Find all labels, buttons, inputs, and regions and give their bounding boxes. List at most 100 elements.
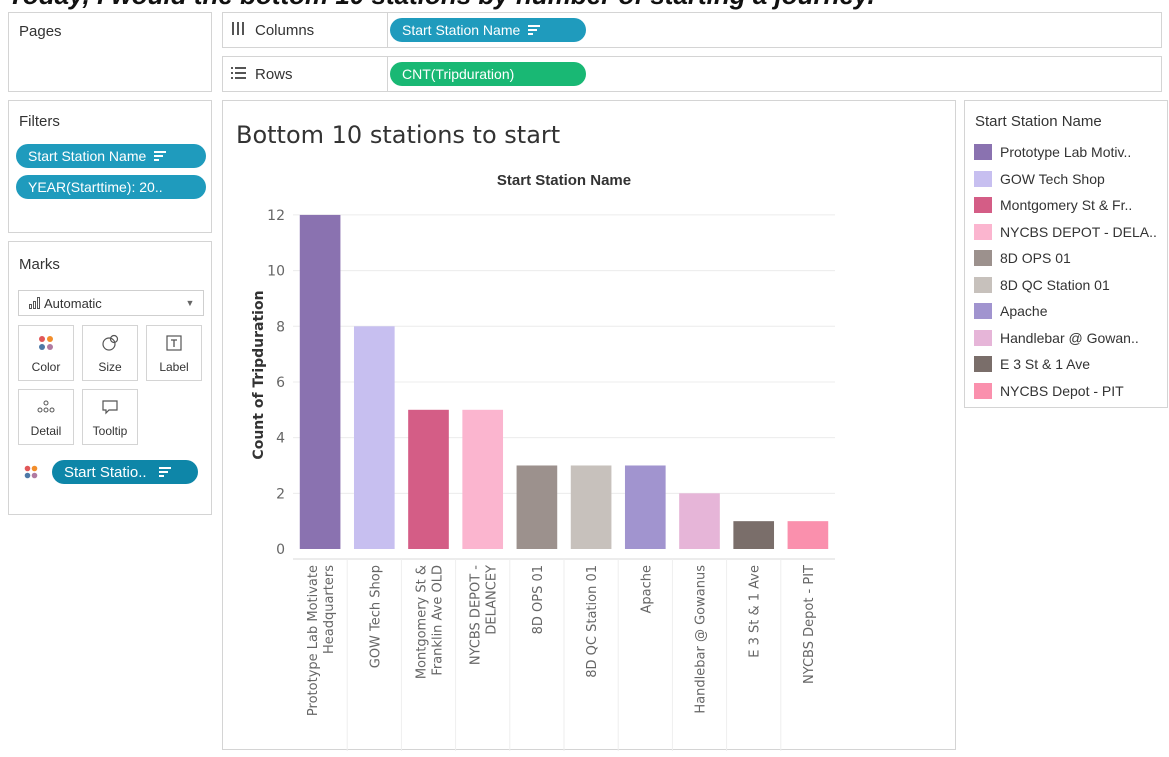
columns-pill-label: Start Station Name	[402, 22, 521, 38]
columns-label: Columns	[255, 21, 315, 39]
pages-card[interactable]: Pages	[8, 12, 212, 92]
color-encoding-row: Start Statio..	[24, 460, 204, 484]
color-pill-start-station[interactable]: Start Statio..	[52, 460, 198, 484]
filter-pill-label: Start Station Name	[28, 148, 147, 164]
tooltip-icon	[101, 396, 119, 418]
legend-label: 8D QC Station 01	[1000, 276, 1110, 293]
x-tick-label: Headquarters	[322, 565, 337, 654]
x-tick-label: Handlebar @ Gowanus	[694, 565, 709, 714]
x-tick-label: Franklin Ave OLD	[431, 565, 446, 676]
color-button-label: Color	[31, 360, 61, 374]
x-tick-label: 8D OPS 01	[531, 565, 546, 634]
mark-type-dropdown[interactable]: Automatic ▼	[18, 290, 204, 316]
view-card: Bottom 10 stations to start Start Statio…	[222, 100, 956, 751]
detail-icon	[37, 396, 55, 418]
legend-item[interactable]: GOW Tech Shop	[974, 168, 1105, 190]
y-tick-label: 4	[276, 431, 285, 447]
legend-label: NYCBS DEPOT - DELA..	[1000, 223, 1157, 240]
size-icon	[101, 332, 119, 354]
filters-title: Filters	[19, 113, 60, 130]
bar-chart: Start Station Name 0 2 4 6 8 10 12 Count of Trip…	[251, 172, 835, 751]
legend-label: GOW Tech Shop	[1000, 170, 1105, 187]
detail-button[interactable]: Detail	[18, 389, 74, 445]
bar	[570, 465, 612, 549]
rows-shelf[interactable]: Rows CNT(Tripduration)	[222, 56, 1162, 92]
rows-pill-cnt-tripduration[interactable]: CNT(Tripduration)	[390, 62, 586, 86]
x-tick-label: Montgomery St &	[415, 565, 430, 679]
legend-item[interactable]: NYCBS Depot - PIT	[974, 380, 1124, 402]
chart-title: Start Station Name	[497, 172, 631, 189]
size-button-label: Size	[98, 360, 122, 374]
legend-swatch	[974, 223, 992, 240]
legend-item[interactable]: Montgomery St & Fr..	[974, 194, 1132, 216]
legend-label: Prototype Lab Motiv..	[1000, 144, 1132, 160]
legend-swatch	[974, 356, 992, 372]
bar	[408, 409, 449, 549]
y-tick-label: 6	[276, 375, 285, 391]
color-pill-label: Start Statio..	[64, 463, 147, 481]
legend-title: Start Station Name	[975, 113, 1102, 130]
tooltip-button-label: Tooltip	[92, 424, 128, 438]
columns-pill-start-station[interactable]: Start Station Name	[390, 18, 586, 42]
legend-label: Montgomery St & Fr..	[1000, 197, 1133, 213]
page-banner: Today, I would the bottom 10 stations by…	[0, 0, 1169, 12]
bar	[787, 521, 829, 549]
legend-swatch	[974, 329, 992, 346]
legend-swatch	[974, 250, 992, 266]
legend-swatch	[974, 276, 992, 293]
legend-label: E 3 St & 1 Ave	[1000, 356, 1091, 372]
y-tick-label: 12	[267, 208, 285, 224]
bar-chart-icon	[19, 297, 40, 309]
legend-item[interactable]: E 3 St & 1 Ave	[974, 353, 1090, 375]
mark-type-label: Automatic	[44, 295, 102, 311]
filter-pill-start-station[interactable]: Start Station Name	[16, 144, 206, 168]
filters-card[interactable]: Filters Start Station Name YEAR(Starttim…	[8, 100, 212, 233]
sort-icon	[158, 467, 171, 477]
legend-item[interactable]: Apache	[974, 300, 1047, 322]
legend-item[interactable]: Prototype Lab Motiv..	[974, 141, 1131, 163]
chevron-down-icon[interactable]: ▼	[177, 291, 203, 315]
rows-shelf-label: Rows	[223, 57, 388, 91]
rows-icon	[231, 66, 255, 83]
text-label-icon	[166, 332, 182, 354]
y-tick-label: 8	[276, 319, 285, 335]
rows-pill-label: CNT(Tripduration)	[402, 66, 515, 82]
columns-icon	[231, 21, 255, 39]
y-axis-label: Count of Tripduration	[251, 290, 267, 459]
detail-button-label: Detail	[30, 424, 62, 438]
y-tick-label: 10	[267, 264, 285, 280]
x-tick-label: Apache	[639, 565, 654, 614]
sort-icon	[154, 151, 167, 161]
x-tick-label: Prototype Lab Motivate	[306, 565, 321, 716]
banner-text: Today, I would the bottom 10 stations by…	[8, 0, 875, 11]
legend-item[interactable]: NYCBS DEPOT - DELA..	[974, 221, 1157, 243]
x-tick-label: 8D QC Station 01	[585, 565, 600, 678]
columns-shelf-label: Columns	[223, 13, 388, 47]
legend-swatch	[974, 197, 992, 213]
color-button[interactable]: Color	[18, 325, 74, 381]
legend-swatch	[974, 144, 992, 160]
legend-swatch	[974, 382, 992, 399]
x-tick-label: NYCBS Depot - PIT	[802, 565, 817, 684]
x-tick-label: DELANCEY	[485, 565, 500, 635]
legend-swatch	[974, 170, 992, 187]
filter-pill-year-starttime[interactable]: YEAR(Starttime): 20..	[16, 175, 206, 199]
legend-label: 8D OPS 01	[1000, 250, 1071, 266]
filter-pill-label: YEAR(Starttime): 20..	[28, 179, 163, 195]
size-button[interactable]: Size	[82, 325, 138, 381]
bar	[679, 493, 720, 549]
color-icon	[38, 332, 54, 354]
legend-item[interactable]: 8D QC Station 01	[974, 274, 1110, 296]
legend-item[interactable]: 8D OPS 01	[974, 247, 1071, 269]
label-button[interactable]: Label	[146, 325, 202, 381]
x-tick-label: GOW Tech Shop	[368, 565, 383, 668]
color-icon	[24, 465, 38, 484]
y-tick-label: 0	[276, 542, 285, 558]
bar	[353, 326, 395, 549]
rows-label: Rows	[255, 65, 293, 83]
bar	[462, 409, 504, 549]
legend-item[interactable]: Handlebar @ Gowan..	[974, 327, 1139, 349]
columns-shelf[interactable]: Columns Start Station Name	[222, 12, 1162, 48]
legend-label: Apache	[1000, 303, 1048, 319]
tooltip-button[interactable]: Tooltip	[82, 389, 138, 445]
